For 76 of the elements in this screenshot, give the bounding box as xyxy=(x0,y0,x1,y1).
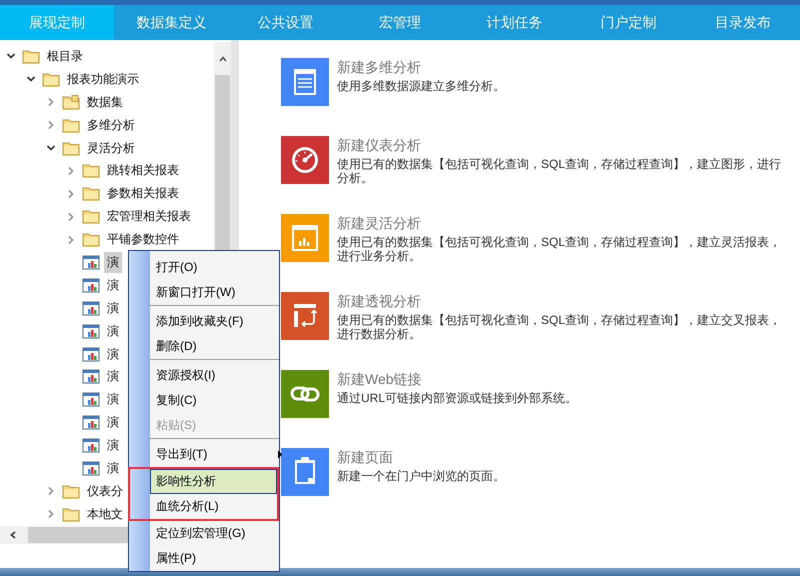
tree-item[interactable]: 演 xyxy=(104,252,122,273)
menu-item[interactable]: 添加到收藏夹(F) xyxy=(150,309,279,334)
card-title[interactable]: 新建Web链接 xyxy=(337,371,578,388)
card-description: 使用已有的数据集【包括可视化查询，SQL查询，存储过程查询】，建立交叉报表，进行数据分析。 xyxy=(337,313,782,341)
tree-item[interactable]: 演 xyxy=(104,274,122,296)
menu-item[interactable]: 资源授权(I) xyxy=(150,363,279,388)
tree-item[interactable]: 本地文 xyxy=(84,504,126,525)
menu-item[interactable]: 影响性分析 xyxy=(150,469,277,494)
folder-icon xyxy=(62,118,80,133)
card-title[interactable]: 新建多维分析 xyxy=(337,59,505,76)
folder-icon xyxy=(42,72,60,87)
chart-report-icon xyxy=(82,392,100,408)
expand-chevron-icon[interactable] xyxy=(26,74,36,84)
expand-chevron-icon[interactable] xyxy=(46,143,56,153)
tree-item[interactable]: 演 xyxy=(104,298,122,319)
card-description: 新建一个在门户中浏览的页面。 xyxy=(337,469,505,483)
tree-item[interactable]: 参数相关报表 xyxy=(104,183,182,204)
document-icon[interactable] xyxy=(281,58,329,106)
folder-icon xyxy=(82,232,100,248)
link-icon[interactable] xyxy=(281,370,329,418)
chart-report-icon xyxy=(82,460,100,476)
scroll-up-icon[interactable] xyxy=(218,54,228,64)
card-title[interactable]: 新建透视分析 xyxy=(337,293,790,310)
chart-report-icon xyxy=(82,369,100,384)
expand-chevron-icon[interactable] xyxy=(6,51,16,62)
card-title[interactable]: 新建灵活分析 xyxy=(337,215,790,232)
tree-item[interactable]: 演 xyxy=(104,435,122,456)
card-description: 使用已有的数据集【包括可视化查询，SQL查询，存储过程查询】，建立灵活报表，进行业务分析。 xyxy=(337,235,782,263)
chart-report-icon xyxy=(82,300,100,316)
menu-item[interactable]: 导出到(T) xyxy=(150,442,279,467)
tree-item[interactable]: 宏管理相关报表 xyxy=(104,206,194,228)
tree-item[interactable]: 平铺参数控件 xyxy=(104,229,182,250)
gauge-icon[interactable] xyxy=(281,136,329,184)
chart-report-icon xyxy=(82,415,100,430)
tree-item[interactable]: 演 xyxy=(104,366,122,388)
card-description: 使用多维数据源建立多维分析。 xyxy=(337,79,505,93)
scroll-left-icon[interactable] xyxy=(8,530,18,540)
tree-item[interactable]: 根目录 xyxy=(44,46,86,67)
menu-item[interactable]: 打开(O) xyxy=(150,255,279,280)
chart-report-icon xyxy=(82,438,100,454)
tree-item[interactable]: 演 xyxy=(104,344,122,365)
folder-icon xyxy=(22,48,40,64)
menu-item[interactable]: 复制(C) xyxy=(150,388,279,413)
tree-item[interactable]: 演 xyxy=(104,412,122,434)
folder-icon xyxy=(62,506,80,522)
tree-item[interactable]: 仪表分 xyxy=(84,480,126,502)
chart-report-icon xyxy=(82,324,100,339)
folder-icon xyxy=(82,209,100,224)
folder-icon xyxy=(62,140,80,156)
folder-icon xyxy=(82,186,100,202)
chart-report-icon xyxy=(82,346,100,362)
pivot-icon[interactable] xyxy=(281,292,329,340)
menu-item[interactable]: 定位到宏管理(G) xyxy=(150,521,279,546)
tree-item[interactable]: 报表功能演示 xyxy=(64,68,142,90)
menu-item[interactable]: 新窗口打开(W) xyxy=(150,280,279,306)
clipboard-icon[interactable] xyxy=(281,448,329,496)
tree-item[interactable]: 多维分析 xyxy=(84,114,138,136)
tree-item[interactable]: 演 xyxy=(104,389,122,410)
chart-report-icon xyxy=(82,278,100,293)
bar-chart-icon[interactable] xyxy=(281,214,329,262)
card-description: 使用已有的数据集【包括可视化查询，SQL查询，存储过程查询】，建立图形，进行分析。 xyxy=(337,157,782,185)
tree-item[interactable]: 灵活分析 xyxy=(84,138,138,158)
menu-item[interactable]: 属性(P) xyxy=(150,546,279,571)
folder-icon xyxy=(82,163,100,178)
card-title[interactable]: 新建页面 xyxy=(337,449,505,466)
chart-report-icon xyxy=(82,254,100,270)
submenu-arrow-icon xyxy=(278,450,283,459)
card-title[interactable]: 新建仪表分析 xyxy=(337,137,790,154)
tree-item[interactable]: 演 xyxy=(104,320,122,342)
tree-item[interactable]: 演 xyxy=(104,458,122,479)
tree-item[interactable]: 跳转相关报表 xyxy=(104,160,182,182)
card-description: 通过URL可链接内部资源或链接到外部系统。 xyxy=(337,391,578,405)
tree-item[interactable]: 数据集 xyxy=(84,92,126,113)
menu-item[interactable]: 删除(D) xyxy=(150,334,279,360)
folder-icon xyxy=(62,484,80,499)
folder-icon xyxy=(62,94,80,110)
